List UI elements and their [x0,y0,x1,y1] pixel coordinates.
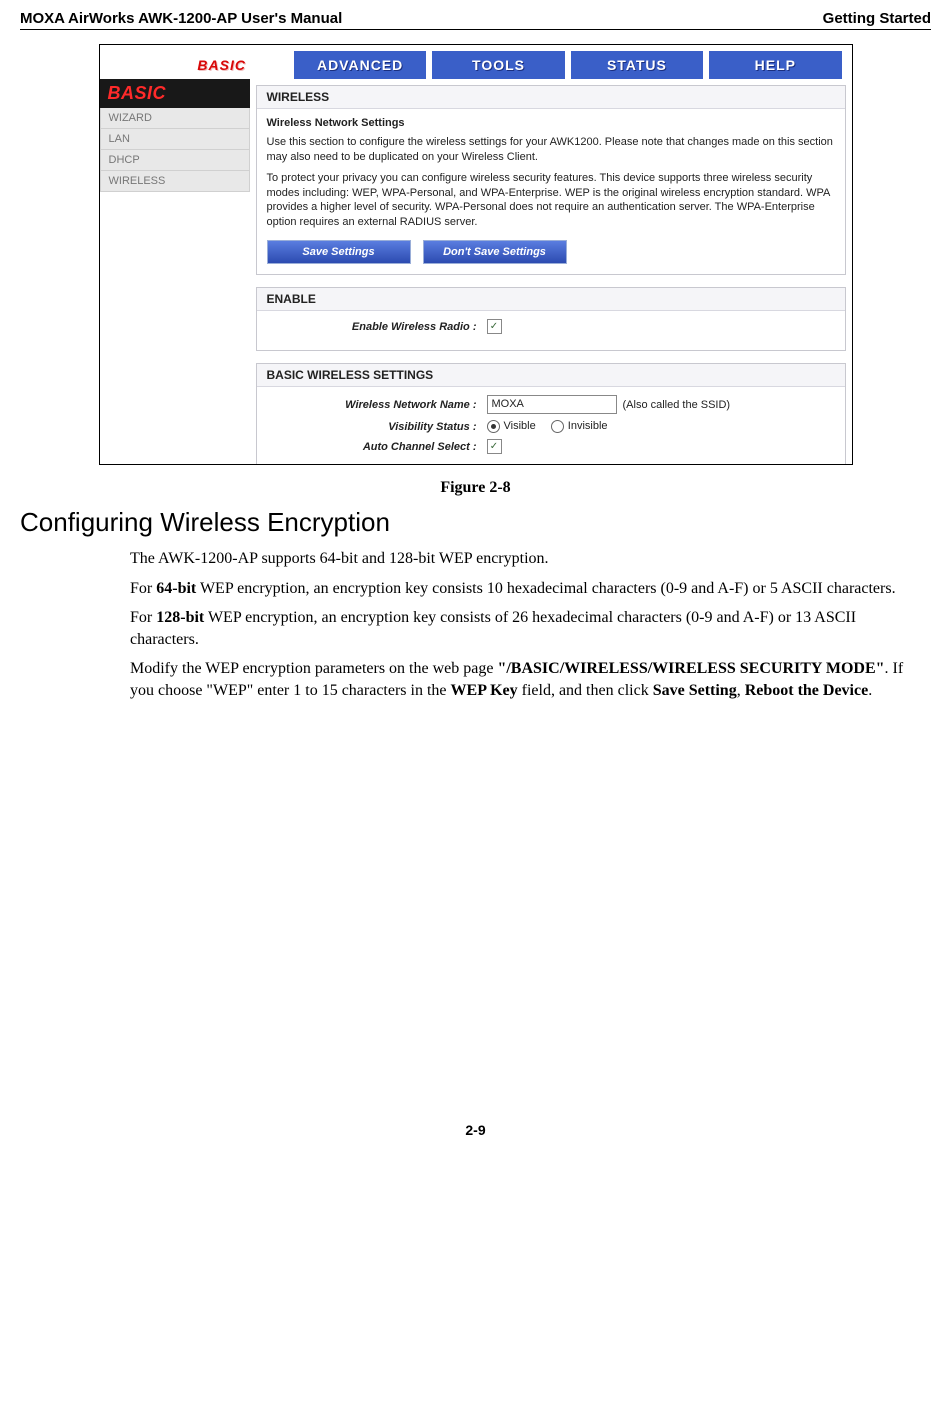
visibility-label: Visibility Status : [267,421,487,433]
wireless-desc-1: Use this section to configure the wirele… [267,135,835,165]
visibility-option-visible[interactable]: Visible [487,420,539,432]
enable-radio-checkbox[interactable]: ✓ [487,319,502,334]
panel-basic-wireless-title: BASIC WIRELESS SETTINGS [257,364,845,387]
sidebar-item-dhcp[interactable]: DHCP [100,150,250,171]
ssid-input[interactable]: MOXA [487,395,617,414]
page-number: 2-9 [20,1122,931,1138]
visibility-radio-group: Visible Invisible [487,420,620,433]
dont-save-settings-button[interactable]: Don't Save Settings [423,240,567,264]
left-sidebar: BASIC WIZARD LAN DHCP WIRELESS [100,79,250,464]
visibility-option-invisible[interactable]: Invisible [551,420,608,432]
radio-invisible-icon [551,420,564,433]
tab-status[interactable]: STATUS [571,51,703,79]
tab-basic[interactable]: BASIC [156,51,288,79]
section-body: The AWK-1200-AP supports 64-bit and 128-… [130,548,921,702]
tab-tools[interactable]: TOOLS [432,51,564,79]
save-settings-button[interactable]: Save Settings [267,240,411,264]
ssid-note: (Also called the SSID) [623,399,731,411]
top-tabbar: BASIC ADVANCED TOOLS STATUS HELP [100,45,852,79]
config-screenshot: BASIC ADVANCED TOOLS STATUS HELP BASIC W… [99,44,853,465]
manual-title: MOXA AirWorks AWK-1200-AP User's Manual [20,10,342,27]
wireless-sub-title: Wireless Network Settings [267,117,835,129]
main-content: WIRELESS Wireless Network Settings Use t… [250,79,852,464]
body-p2: For 64-bit WEP encryption, an encryption… [130,578,921,600]
sidebar-item-wizard[interactable]: WIZARD [100,108,250,129]
body-p4: Modify the WEP encryption parameters on … [130,658,921,701]
sidebar-item-wireless[interactable]: WIRELESS [100,171,250,192]
auto-channel-label: Auto Channel Select : [267,441,487,453]
chapter-title: Getting Started [823,10,931,27]
tab-help[interactable]: HELP [709,51,841,79]
wireless-desc-2: To protect your privacy you can configur… [267,171,835,230]
section-heading: Configuring Wireless Encryption [20,507,931,538]
radio-visible-icon [487,420,500,433]
page-header: MOXA AirWorks AWK-1200-AP User's Manual … [20,10,931,30]
tab-advanced[interactable]: ADVANCED [294,51,426,79]
panel-enable: ENABLE Enable Wireless Radio : ✓ [256,287,846,351]
enable-radio-label: Enable Wireless Radio : [267,321,487,333]
sidebar-item-lan[interactable]: LAN [100,129,250,150]
panel-wireless: WIRELESS Wireless Network Settings Use t… [256,85,846,275]
panel-enable-title: ENABLE [257,288,845,311]
sidebar-section-title: BASIC [100,79,250,108]
figure-caption: Figure 2-8 [20,479,931,497]
body-p1: The AWK-1200-AP supports 64-bit and 128-… [130,548,921,570]
auto-channel-checkbox[interactable]: ✓ [487,439,502,454]
body-p3: For 128-bit WEP encryption, an encryptio… [130,607,921,650]
panel-wireless-title: WIRELESS [257,86,845,109]
panel-basic-wireless: BASIC WIRELESS SETTINGS Wireless Network… [256,363,846,464]
ssid-label: Wireless Network Name : [267,399,487,411]
